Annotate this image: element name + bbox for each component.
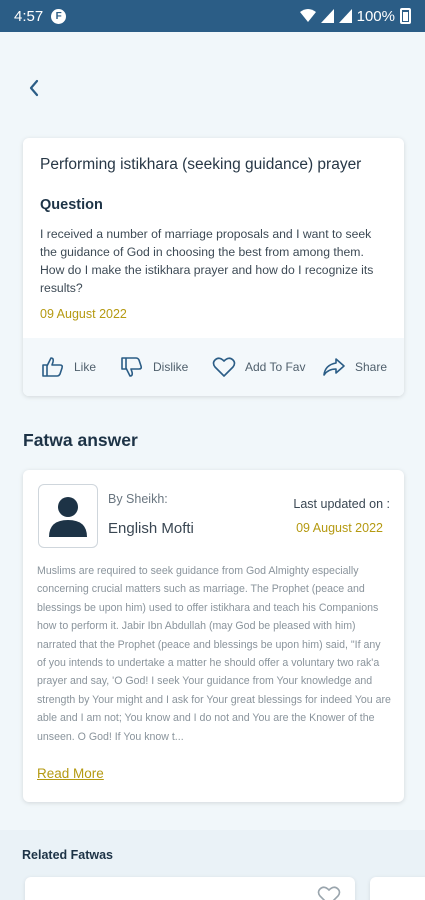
question-body: I received a number of marriage proposal… [40,227,374,295]
user-icon [49,497,87,537]
answer-card: By Sheikh: English Mofti Last updated on… [23,470,404,802]
fav-label: Add To Fav [245,360,306,374]
related-fatwa-card[interactable] [370,877,425,900]
related-fatwas-section: Related Fatwas [0,830,425,900]
battery-percent: 100% [356,7,395,25]
related-fatwa-card[interactable] [25,877,355,900]
signal-icon [320,9,334,23]
battery-icon [400,8,411,24]
last-updated-label: Last updated on : [293,497,390,511]
like-button[interactable]: Like [41,356,96,378]
answer-body: Muslims are required to seek guidance fr… [37,565,391,743]
related-fatwas-title: Related Fatwas [22,848,114,862]
question-title: Performing istikhara (seeking guidance) … [40,156,362,173]
like-label: Like [74,360,97,374]
status-bar: 4:57 F 100% [0,0,425,32]
question-heading: Question [40,197,103,213]
heart-icon [212,357,236,377]
dislike-label: Dislike [153,360,189,374]
signal-icon-2 [338,9,352,23]
thumbs-down-icon [121,357,143,377]
share-label: Share [355,360,388,374]
share-button[interactable]: Share [322,356,387,378]
back-button[interactable] [20,74,48,102]
sheikh-name: English Mofti [108,520,194,537]
wifi-icon [299,9,316,22]
app-notification-icon: F [51,8,67,24]
action-bar: Like Dislike Add To Fav Share [23,338,404,396]
last-updated-date: 09 August 2022 [296,521,383,535]
read-more-link[interactable]: Read More [37,766,104,781]
by-sheikh-label: By Sheikh: [108,492,168,506]
fatwa-answer-title: Fatwa answer [23,430,138,450]
add-to-fav-button[interactable]: Add To Fav [212,356,305,378]
status-time: 4:57 [14,7,44,25]
heart-icon[interactable] [317,885,341,900]
chevron-left-icon [29,79,39,97]
question-date: 09 August 2022 [40,307,127,321]
avatar [38,484,98,548]
status-icons: 100% [299,7,411,25]
dislike-button[interactable]: Dislike [120,356,188,378]
share-icon [323,358,345,376]
thumbs-up-icon [42,357,64,377]
